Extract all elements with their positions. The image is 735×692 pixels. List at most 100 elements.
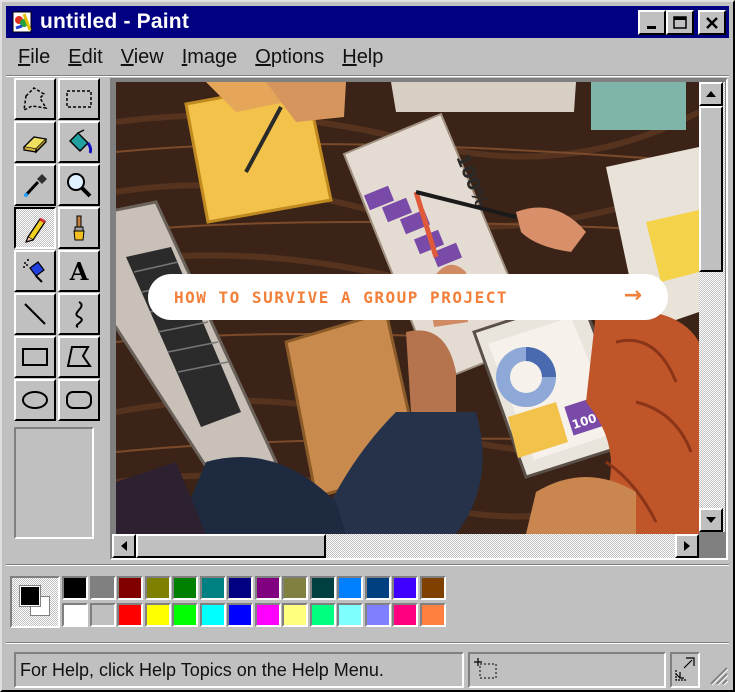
tool-ellipse[interactable] <box>14 379 56 421</box>
palette-swatch[interactable] <box>392 603 418 627</box>
color-palette <box>62 576 454 630</box>
tool-options-box[interactable] <box>14 427 94 539</box>
palette-swatch[interactable] <box>337 576 363 600</box>
palette-swatch[interactable] <box>309 576 336 600</box>
title-banner: HOW TO SURVIVE A GROUP PROJECT → <box>148 274 668 320</box>
palette-swatch[interactable] <box>309 603 336 627</box>
maximize-icon <box>673 15 687 29</box>
scroll-down-button[interactable] <box>699 508 723 532</box>
vertical-scroll-thumb[interactable] <box>699 106 723 272</box>
menu-image[interactable]: Image <box>182 46 238 69</box>
svg-text:A: A <box>69 257 89 286</box>
tool-text[interactable]: A <box>58 250 100 292</box>
eraser-icon <box>22 136 48 154</box>
tool-pick-color[interactable] <box>14 164 56 206</box>
canvas-picture[interactable]: 100% 100% HOW TO SURVIVE A GROUP PROJECT… <box>116 82 699 534</box>
palette-swatch[interactable] <box>364 603 391 627</box>
paint-app-icon <box>12 11 32 33</box>
horizontal-scroll-thumb[interactable] <box>136 534 326 558</box>
palette-swatch[interactable] <box>364 576 391 600</box>
tool-line[interactable] <box>14 293 56 335</box>
fill-with-color-icon <box>69 129 93 154</box>
palette-swatch[interactable] <box>62 576 88 600</box>
tool-rectangle-select[interactable] <box>58 78 100 120</box>
palette-swatch[interactable] <box>117 603 143 627</box>
free-form-select-icon <box>23 87 48 112</box>
arrow-right-icon <box>684 541 690 551</box>
close-icon <box>706 16 718 29</box>
current-colors[interactable] <box>10 576 60 628</box>
pick-color-icon <box>24 174 47 197</box>
cursor-position-icon <box>474 658 497 679</box>
tool-brush[interactable] <box>58 207 100 249</box>
palette-swatch[interactable] <box>419 603 446 627</box>
palette-swatch[interactable] <box>117 576 143 600</box>
minimize-button[interactable] <box>638 10 666 35</box>
menu-file[interactable]: File <box>18 46 50 69</box>
menu-options[interactable]: Options <box>255 46 324 69</box>
palette-swatch[interactable] <box>282 576 308 600</box>
palette-swatch[interactable] <box>144 576 171 600</box>
palette-swatch[interactable] <box>419 576 446 600</box>
status-help-text: For Help, click Help Topics on the Help … <box>20 659 384 680</box>
palette-swatch[interactable] <box>199 576 226 600</box>
palette-swatch[interactable] <box>89 576 116 600</box>
brush-icon <box>73 215 85 241</box>
menu-edit[interactable]: Edit <box>68 46 102 69</box>
menu-help[interactable]: Help <box>342 46 383 69</box>
palette-swatch[interactable] <box>62 603 88 627</box>
rounded-rectangle-icon <box>66 391 92 409</box>
scroll-up-button[interactable] <box>699 82 723 106</box>
text-icon: A <box>69 257 89 286</box>
menu-view[interactable]: View <box>121 46 164 69</box>
palette-swatch[interactable] <box>89 603 116 627</box>
window-title: untitled - Paint <box>40 10 190 33</box>
palette-swatch[interactable] <box>392 576 418 600</box>
rectangle-select-icon <box>66 90 92 108</box>
palette-swatch[interactable] <box>172 576 198 600</box>
arrow-up-icon <box>706 91 716 97</box>
tool-rectangle[interactable] <box>14 336 56 378</box>
tool-curve[interactable] <box>58 293 100 335</box>
title-bar[interactable]: untitled - Paint <box>6 6 729 38</box>
palette-divider <box>6 564 729 566</box>
horizontal-scrollbar[interactable] <box>112 534 699 558</box>
menu-bar: File Edit View Image Options Help <box>6 42 389 72</box>
rectangle-icon <box>22 348 48 366</box>
palette-swatch[interactable] <box>227 603 253 627</box>
palette-swatch[interactable] <box>282 603 308 627</box>
magnifier-icon <box>67 173 92 198</box>
tool-pencil[interactable] <box>14 207 56 249</box>
pencil-icon <box>24 217 46 243</box>
palette-swatch[interactable] <box>227 576 253 600</box>
palette-swatch[interactable] <box>254 603 281 627</box>
scroll-right-button[interactable] <box>675 534 699 558</box>
resize-grip-icon[interactable] <box>707 664 729 686</box>
arrow-down-icon <box>706 517 716 523</box>
palette-swatch[interactable] <box>337 603 363 627</box>
close-button[interactable] <box>698 10 726 35</box>
tool-airbrush[interactable] <box>14 250 56 292</box>
tool-polygon[interactable] <box>58 336 100 378</box>
tool-magnifier[interactable] <box>58 164 100 206</box>
palette-swatch[interactable] <box>199 603 226 627</box>
palette-swatch[interactable] <box>144 603 171 627</box>
menu-divider <box>6 75 729 77</box>
tool-rounded-rectangle[interactable] <box>58 379 100 421</box>
vertical-scrollbar[interactable] <box>699 82 725 532</box>
arrow-right-icon: → <box>623 283 642 308</box>
foreground-color <box>19 585 41 607</box>
banner-title: HOW TO SURVIVE A GROUP PROJECT <box>174 287 508 307</box>
tool-free-form-select[interactable] <box>14 78 56 120</box>
tool-fill-with-color[interactable] <box>58 121 100 163</box>
arrow-left-icon <box>121 541 127 551</box>
palette-swatch[interactable] <box>254 576 281 600</box>
tool-eraser[interactable] <box>14 121 56 163</box>
maximize-button[interactable] <box>666 10 694 35</box>
ellipse-icon <box>22 391 48 409</box>
minimize-icon <box>647 25 656 29</box>
scroll-left-button[interactable] <box>112 534 136 558</box>
palette-swatch[interactable] <box>172 603 198 627</box>
status-divider <box>6 642 729 644</box>
polygon-icon <box>66 346 92 367</box>
